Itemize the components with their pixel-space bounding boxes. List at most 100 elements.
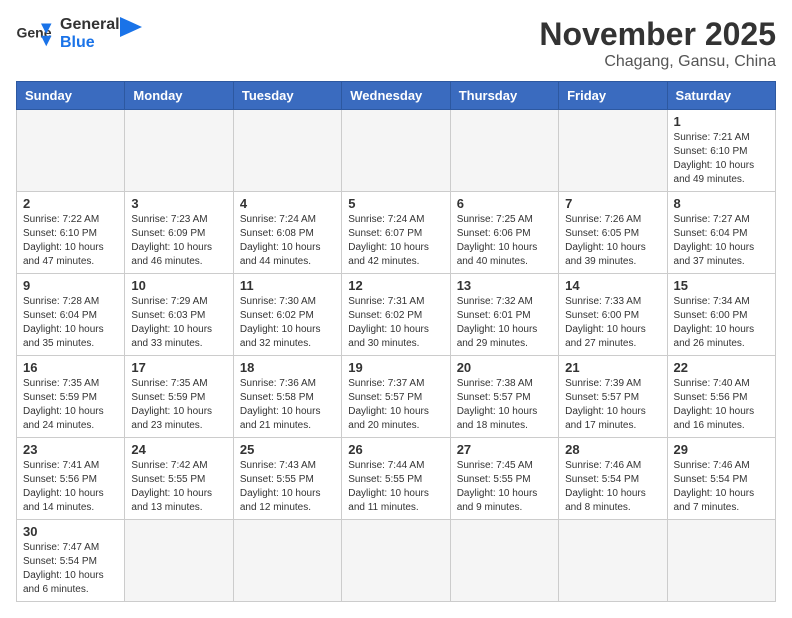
calendar-week-row: 16 Sunrise: 7:35 AM Sunset: 5:59 PM Dayli… <box>17 356 776 438</box>
day-number: 10 <box>131 278 226 293</box>
day-number: 29 <box>674 442 769 457</box>
calendar-day-cell <box>559 520 667 602</box>
calendar-day-cell <box>450 520 558 602</box>
day-info: Sunrise: 7:41 AM Sunset: 5:56 PM Dayligh… <box>23 459 118 515</box>
weekday-header-row: SundayMondayTuesdayWednesdayThursdayFrid… <box>17 82 776 110</box>
day-number: 6 <box>457 196 552 211</box>
day-number: 7 <box>565 196 660 211</box>
day-info: Sunrise: 7:24 AM Sunset: 6:08 PM Dayligh… <box>240 213 335 269</box>
calendar-day-cell: 15 Sunrise: 7:34 AM Sunset: 6:00 PM Dayli… <box>667 274 775 356</box>
day-number: 26 <box>348 442 443 457</box>
calendar-day-cell <box>667 520 775 602</box>
day-info: Sunrise: 7:35 AM Sunset: 5:59 PM Dayligh… <box>23 377 118 433</box>
day-number: 23 <box>23 442 118 457</box>
day-info: Sunrise: 7:40 AM Sunset: 5:56 PM Dayligh… <box>674 377 769 433</box>
day-number: 1 <box>674 114 769 129</box>
calendar-day-cell: 25Sunrise: 7:43 AM Sunset: 5:55 PM Dayli… <box>233 438 341 520</box>
calendar-day-cell: 30Sunrise: 7:47 AM Sunset: 5:54 PM Dayli… <box>17 520 125 602</box>
logo-triangle-icon <box>120 17 142 49</box>
calendar-week-row: 9Sunrise: 7:28 AM Sunset: 6:04 PM Daylig… <box>17 274 776 356</box>
day-number: 3 <box>131 196 226 211</box>
calendar-day-cell <box>559 110 667 192</box>
day-info: Sunrise: 7:29 AM Sunset: 6:03 PM Dayligh… <box>131 295 226 351</box>
day-info: Sunrise: 7:34 AM Sunset: 6:00 PM Dayligh… <box>674 295 769 351</box>
day-number: 20 <box>457 360 552 375</box>
calendar-day-cell <box>233 520 341 602</box>
calendar-day-cell: 18 Sunrise: 7:36 AM Sunset: 5:58 PM Dayli… <box>233 356 341 438</box>
month-title: November 2025 <box>539 16 776 53</box>
calendar-week-row: 2 Sunrise: 7:22 AM Sunset: 6:10 PM Daylig… <box>17 192 776 274</box>
weekday-header-friday: Friday <box>559 82 667 110</box>
day-info: Sunrise: 7:36 AM Sunset: 5:58 PM Dayligh… <box>240 377 335 433</box>
page-header: General General Blue November 2025 Chaga… <box>16 16 776 71</box>
calendar-day-cell: 27Sunrise: 7:45 AM Sunset: 5:55 PM Dayli… <box>450 438 558 520</box>
day-number: 14 <box>565 278 660 293</box>
day-info: Sunrise: 7:35 AM Sunset: 5:59 PM Dayligh… <box>131 377 226 433</box>
calendar-day-cell: 29 Sunrise: 7:46 AM Sunset: 5:54 PM Dayli… <box>667 438 775 520</box>
day-info: Sunrise: 7:25 AM Sunset: 6:06 PM Dayligh… <box>457 213 552 269</box>
logo-general: General <box>60 16 120 34</box>
day-info: Sunrise: 7:23 AM Sunset: 6:09 PM Dayligh… <box>131 213 226 269</box>
weekday-header-tuesday: Tuesday <box>233 82 341 110</box>
weekday-header-sunday: Sunday <box>17 82 125 110</box>
day-number: 12 <box>348 278 443 293</box>
calendar-day-cell: 6 Sunrise: 7:25 AM Sunset: 6:06 PM Daylig… <box>450 192 558 274</box>
calendar-day-cell: 17 Sunrise: 7:35 AM Sunset: 5:59 PM Dayli… <box>125 356 233 438</box>
day-info: Sunrise: 7:28 AM Sunset: 6:04 PM Dayligh… <box>23 295 118 351</box>
day-number: 2 <box>23 196 118 211</box>
day-number: 18 <box>240 360 335 375</box>
calendar-day-cell: 2 Sunrise: 7:22 AM Sunset: 6:10 PM Daylig… <box>17 192 125 274</box>
calendar-day-cell <box>342 520 450 602</box>
calendar-day-cell <box>342 110 450 192</box>
calendar-day-cell <box>233 110 341 192</box>
calendar-day-cell: 7 Sunrise: 7:26 AM Sunset: 6:05 PM Daylig… <box>559 192 667 274</box>
day-number: 24 <box>131 442 226 457</box>
calendar-table: SundayMondayTuesdayWednesdayThursdayFrid… <box>16 81 776 602</box>
calendar-day-cell: 11Sunrise: 7:30 AM Sunset: 6:02 PM Dayli… <box>233 274 341 356</box>
day-number: 16 <box>23 360 118 375</box>
calendar-day-cell <box>17 110 125 192</box>
day-number: 13 <box>457 278 552 293</box>
logo: General General Blue <box>16 16 142 51</box>
day-info: Sunrise: 7:46 AM Sunset: 5:54 PM Dayligh… <box>565 459 660 515</box>
calendar-day-cell: 13Sunrise: 7:32 AM Sunset: 6:01 PM Dayli… <box>450 274 558 356</box>
day-info: Sunrise: 7:39 AM Sunset: 5:57 PM Dayligh… <box>565 377 660 433</box>
calendar-day-cell: 9Sunrise: 7:28 AM Sunset: 6:04 PM Daylig… <box>17 274 125 356</box>
calendar-day-cell: 4Sunrise: 7:24 AM Sunset: 6:08 PM Daylig… <box>233 192 341 274</box>
day-info: Sunrise: 7:27 AM Sunset: 6:04 PM Dayligh… <box>674 213 769 269</box>
day-number: 19 <box>348 360 443 375</box>
calendar-day-cell: 20Sunrise: 7:38 AM Sunset: 5:57 PM Dayli… <box>450 356 558 438</box>
day-info: Sunrise: 7:46 AM Sunset: 5:54 PM Dayligh… <box>674 459 769 515</box>
location-title: Chagang, Gansu, China <box>539 53 776 71</box>
calendar-week-row: 30Sunrise: 7:47 AM Sunset: 5:54 PM Dayli… <box>17 520 776 602</box>
calendar-day-cell <box>450 110 558 192</box>
day-info: Sunrise: 7:21 AM Sunset: 6:10 PM Dayligh… <box>674 131 769 187</box>
day-info: Sunrise: 7:47 AM Sunset: 5:54 PM Dayligh… <box>23 541 118 597</box>
day-info: Sunrise: 7:37 AM Sunset: 5:57 PM Dayligh… <box>348 377 443 433</box>
logo-blue: Blue <box>60 34 120 52</box>
day-info: Sunrise: 7:26 AM Sunset: 6:05 PM Dayligh… <box>565 213 660 269</box>
logo-icon: General <box>16 20 52 48</box>
calendar-day-cell: 28 Sunrise: 7:46 AM Sunset: 5:54 PM Dayli… <box>559 438 667 520</box>
calendar-day-cell: 23 Sunrise: 7:41 AM Sunset: 5:56 PM Dayli… <box>17 438 125 520</box>
calendar-day-cell: 5Sunrise: 7:24 AM Sunset: 6:07 PM Daylig… <box>342 192 450 274</box>
day-info: Sunrise: 7:22 AM Sunset: 6:10 PM Dayligh… <box>23 213 118 269</box>
calendar-day-cell: 16 Sunrise: 7:35 AM Sunset: 5:59 PM Dayli… <box>17 356 125 438</box>
calendar-day-cell: 3 Sunrise: 7:23 AM Sunset: 6:09 PM Daylig… <box>125 192 233 274</box>
day-number: 8 <box>674 196 769 211</box>
calendar-day-cell <box>125 520 233 602</box>
calendar-week-row: 1 Sunrise: 7:21 AM Sunset: 6:10 PM Daylig… <box>17 110 776 192</box>
day-number: 17 <box>131 360 226 375</box>
calendar-day-cell <box>125 110 233 192</box>
weekday-header-monday: Monday <box>125 82 233 110</box>
weekday-header-wednesday: Wednesday <box>342 82 450 110</box>
day-info: Sunrise: 7:31 AM Sunset: 6:02 PM Dayligh… <box>348 295 443 351</box>
calendar-day-cell: 8 Sunrise: 7:27 AM Sunset: 6:04 PM Daylig… <box>667 192 775 274</box>
day-number: 15 <box>674 278 769 293</box>
day-number: 28 <box>565 442 660 457</box>
day-number: 21 <box>565 360 660 375</box>
calendar-day-cell: 1 Sunrise: 7:21 AM Sunset: 6:10 PM Daylig… <box>667 110 775 192</box>
calendar-day-cell: 12 Sunrise: 7:31 AM Sunset: 6:02 PM Dayli… <box>342 274 450 356</box>
calendar-week-row: 23 Sunrise: 7:41 AM Sunset: 5:56 PM Dayli… <box>17 438 776 520</box>
calendar-day-cell: 24Sunrise: 7:42 AM Sunset: 5:55 PM Dayli… <box>125 438 233 520</box>
